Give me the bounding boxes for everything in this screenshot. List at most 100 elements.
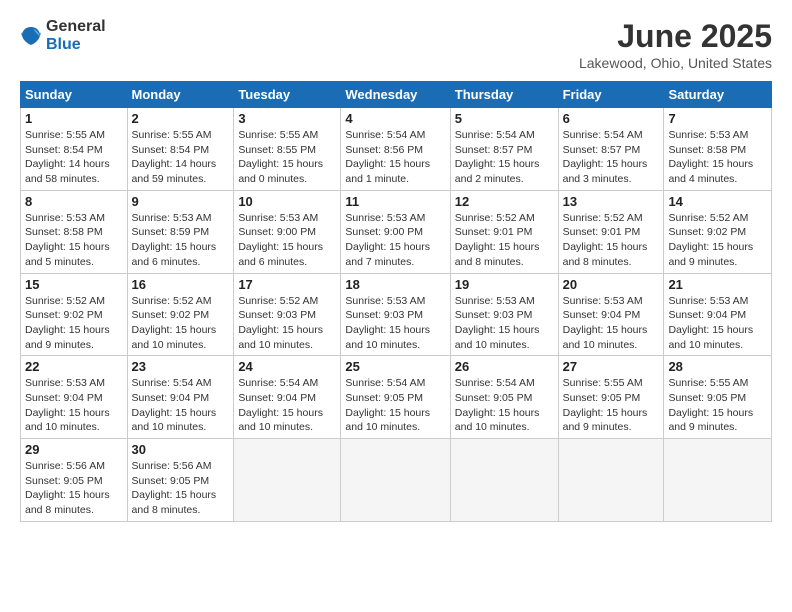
calendar-header-row: Sunday Monday Tuesday Wednesday Thursday…	[21, 82, 772, 108]
page: General Blue June 2025 Lakewood, Ohio, U…	[0, 0, 792, 612]
day-number: 11	[345, 194, 445, 209]
table-row: 17 Sunrise: 5:52 AMSunset: 9:03 PMDayligh…	[234, 273, 341, 356]
table-row: 4 Sunrise: 5:54 AMSunset: 8:56 PMDaylight…	[341, 108, 450, 191]
day-info: Sunrise: 5:53 AMSunset: 9:04 PMDaylight:…	[563, 295, 648, 351]
day-info: Sunrise: 5:55 AMSunset: 8:54 PMDaylight:…	[132, 129, 217, 185]
logo: General Blue	[20, 18, 106, 53]
day-info: Sunrise: 5:56 AMSunset: 9:05 PMDaylight:…	[132, 460, 217, 516]
day-info: Sunrise: 5:52 AMSunset: 9:03 PMDaylight:…	[238, 295, 323, 351]
day-number: 22	[25, 359, 123, 374]
table-row: 13 Sunrise: 5:52 AMSunset: 9:01 PMDayligh…	[558, 190, 664, 273]
day-number: 14	[668, 194, 767, 209]
col-friday: Friday	[558, 82, 664, 108]
table-row: 24 Sunrise: 5:54 AMSunset: 9:04 PMDayligh…	[234, 356, 341, 439]
day-info: Sunrise: 5:52 AMSunset: 9:01 PMDaylight:…	[563, 212, 648, 268]
day-info: Sunrise: 5:53 AMSunset: 8:58 PMDaylight:…	[668, 129, 753, 185]
col-saturday: Saturday	[664, 82, 772, 108]
day-number: 29	[25, 442, 123, 457]
day-number: 30	[132, 442, 230, 457]
calendar-week-row: 15 Sunrise: 5:52 AMSunset: 9:02 PMDayligh…	[21, 273, 772, 356]
calendar-table: Sunday Monday Tuesday Wednesday Thursday…	[20, 81, 772, 522]
table-row: 28Sunrise: 5:55 AMSunset: 9:05 PMDayligh…	[664, 356, 772, 439]
day-number: 23	[132, 359, 230, 374]
day-info: Sunrise: 5:54 AMSunset: 9:05 PMDaylight:…	[345, 377, 430, 433]
col-monday: Monday	[127, 82, 234, 108]
table-row	[234, 439, 341, 522]
table-row: 16 Sunrise: 5:52 AMSunset: 9:02 PMDayligh…	[127, 273, 234, 356]
col-tuesday: Tuesday	[234, 82, 341, 108]
table-row: 23 Sunrise: 5:54 AMSunset: 9:04 PMDayligh…	[127, 356, 234, 439]
month-title: June 2025	[579, 18, 772, 55]
day-info: Sunrise: 5:52 AMSunset: 9:01 PMDaylight:…	[455, 212, 540, 268]
table-row: 27Sunrise: 5:55 AMSunset: 9:05 PMDayligh…	[558, 356, 664, 439]
table-row: 1 Sunrise: 5:55 AMSunset: 8:54 PMDaylight…	[21, 108, 128, 191]
table-row: 9Sunrise: 5:53 AMSunset: 8:59 PMDaylight…	[127, 190, 234, 273]
table-row: 22 Sunrise: 5:53 AMSunset: 9:04 PMDayligh…	[21, 356, 128, 439]
day-number: 18	[345, 277, 445, 292]
day-info: Sunrise: 5:53 AMSunset: 8:58 PMDaylight:…	[25, 212, 110, 268]
table-row: 15 Sunrise: 5:52 AMSunset: 9:02 PMDayligh…	[21, 273, 128, 356]
day-info: Sunrise: 5:54 AMSunset: 8:57 PMDaylight:…	[455, 129, 540, 185]
day-number: 10	[238, 194, 336, 209]
table-row: 25 Sunrise: 5:54 AMSunset: 9:05 PMDayligh…	[341, 356, 450, 439]
day-info: Sunrise: 5:54 AMSunset: 9:04 PMDaylight:…	[238, 377, 323, 433]
day-number: 1	[25, 111, 123, 126]
day-number: 8	[25, 194, 123, 209]
day-info: Sunrise: 5:55 AMSunset: 8:54 PMDaylight:…	[25, 129, 110, 185]
day-number: 21	[668, 277, 767, 292]
day-number: 3	[238, 111, 336, 126]
day-number: 26	[455, 359, 554, 374]
table-row: 11 Sunrise: 5:53 AMSunset: 9:00 PMDayligh…	[341, 190, 450, 273]
calendar-week-row: 1 Sunrise: 5:55 AMSunset: 8:54 PMDaylight…	[21, 108, 772, 191]
day-number: 17	[238, 277, 336, 292]
col-sunday: Sunday	[21, 82, 128, 108]
header: General Blue June 2025 Lakewood, Ohio, U…	[20, 18, 772, 71]
day-info: Sunrise: 5:53 AMSunset: 9:03 PMDaylight:…	[345, 295, 430, 351]
title-block: June 2025 Lakewood, Ohio, United States	[579, 18, 772, 71]
table-row	[664, 439, 772, 522]
day-info: Sunrise: 5:53 AMSunset: 9:00 PMDaylight:…	[238, 212, 323, 268]
day-number: 19	[455, 277, 554, 292]
day-number: 25	[345, 359, 445, 374]
day-number: 28	[668, 359, 767, 374]
day-number: 9	[132, 194, 230, 209]
table-row	[450, 439, 558, 522]
table-row: 3 Sunrise: 5:55 AMSunset: 8:55 PMDaylight…	[234, 108, 341, 191]
logo-icon	[20, 25, 42, 47]
day-info: Sunrise: 5:54 AMSunset: 8:56 PMDaylight:…	[345, 129, 430, 185]
day-info: Sunrise: 5:53 AMSunset: 9:04 PMDaylight:…	[668, 295, 753, 351]
table-row: 5 Sunrise: 5:54 AMSunset: 8:57 PMDaylight…	[450, 108, 558, 191]
day-info: Sunrise: 5:54 AMSunset: 9:05 PMDaylight:…	[455, 377, 540, 433]
table-row: 14Sunrise: 5:52 AMSunset: 9:02 PMDayligh…	[664, 190, 772, 273]
day-number: 13	[563, 194, 660, 209]
day-info: Sunrise: 5:55 AMSunset: 8:55 PMDaylight:…	[238, 129, 323, 185]
calendar-week-row: 29 Sunrise: 5:56 AMSunset: 9:05 PMDayligh…	[21, 439, 772, 522]
day-number: 24	[238, 359, 336, 374]
table-row: 10 Sunrise: 5:53 AMSunset: 9:00 PMDayligh…	[234, 190, 341, 273]
day-info: Sunrise: 5:53 AMSunset: 9:04 PMDaylight:…	[25, 377, 110, 433]
table-row: 18 Sunrise: 5:53 AMSunset: 9:03 PMDayligh…	[341, 273, 450, 356]
table-row: 26 Sunrise: 5:54 AMSunset: 9:05 PMDayligh…	[450, 356, 558, 439]
day-number: 16	[132, 277, 230, 292]
day-number: 2	[132, 111, 230, 126]
col-thursday: Thursday	[450, 82, 558, 108]
day-info: Sunrise: 5:54 AMSunset: 9:04 PMDaylight:…	[132, 377, 217, 433]
day-info: Sunrise: 5:53 AMSunset: 9:00 PMDaylight:…	[345, 212, 430, 268]
day-info: Sunrise: 5:52 AMSunset: 9:02 PMDaylight:…	[132, 295, 217, 351]
table-row: 8 Sunrise: 5:53 AMSunset: 8:58 PMDaylight…	[21, 190, 128, 273]
day-info: Sunrise: 5:52 AMSunset: 9:02 PMDaylight:…	[25, 295, 110, 351]
table-row: 19Sunrise: 5:53 AMSunset: 9:03 PMDayligh…	[450, 273, 558, 356]
day-number: 4	[345, 111, 445, 126]
day-info: Sunrise: 5:54 AMSunset: 8:57 PMDaylight:…	[563, 129, 648, 185]
table-row: 20Sunrise: 5:53 AMSunset: 9:04 PMDayligh…	[558, 273, 664, 356]
day-number: 7	[668, 111, 767, 126]
day-number: 15	[25, 277, 123, 292]
table-row: 6Sunrise: 5:54 AMSunset: 8:57 PMDaylight…	[558, 108, 664, 191]
table-row: 29Sunrise: 5:56 AMSunset: 9:05 PMDayligh…	[21, 439, 128, 522]
table-row: 7 Sunrise: 5:53 AMSunset: 8:58 PMDaylight…	[664, 108, 772, 191]
logo-blue-text: Blue	[46, 36, 106, 54]
day-number: 5	[455, 111, 554, 126]
table-row: 21 Sunrise: 5:53 AMSunset: 9:04 PMDayligh…	[664, 273, 772, 356]
logo-text: General Blue	[46, 18, 106, 53]
calendar-week-row: 22 Sunrise: 5:53 AMSunset: 9:04 PMDayligh…	[21, 356, 772, 439]
